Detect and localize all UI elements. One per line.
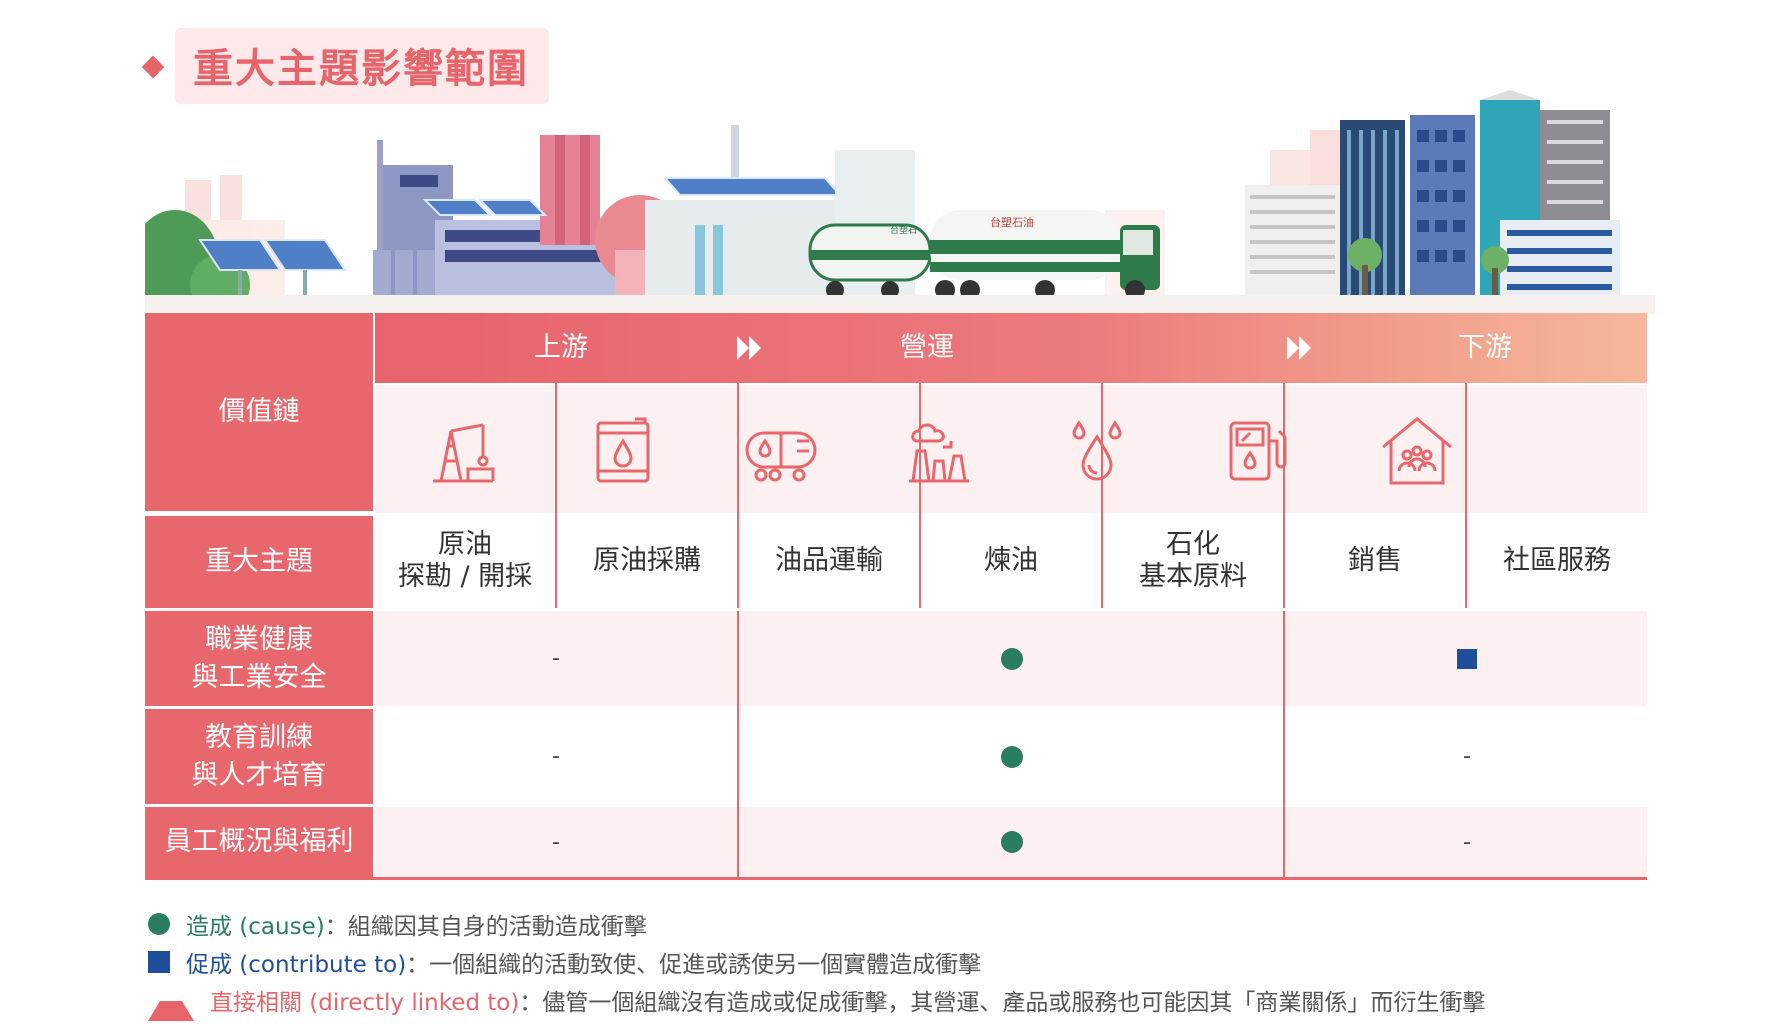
row-label-text: 教育訓練 與人才培育	[191, 721, 327, 791]
topic-cell: 社區服務	[1467, 516, 1647, 606]
legend-term: 促成 (contribute to)	[186, 952, 407, 978]
impact-row-training: - -	[375, 709, 1647, 804]
cause-circle-icon	[1001, 647, 1023, 670]
legend-item-cause: 造成 (cause) ：組織因其自身的活動造成衝擊	[148, 905, 1485, 943]
linked-triangle-icon	[148, 979, 194, 1021]
cause-circle-icon	[148, 913, 170, 935]
row-label-ohs: 職業健康 與工業安全	[145, 611, 373, 706]
row-label-text: 職業健康 與工業安全	[191, 623, 327, 693]
row-label-topic: 重大主題	[145, 516, 373, 608]
impact-upstream: -	[375, 611, 737, 706]
community-house-icon	[1382, 417, 1452, 485]
impact-upstream: -	[375, 807, 737, 877]
legend-desc: ：儘管一個組織沒有造成或促成衝擊，其營運、產品或服務也可能因其「商業關係」而衍生…	[519, 990, 1486, 1016]
topic-cell: 銷售	[1285, 516, 1465, 606]
dash-mark: -	[1463, 744, 1471, 769]
page-title: 重大主題影響範圍	[193, 46, 529, 92]
topic-label: 原油採購	[593, 545, 701, 576]
column-divider	[737, 383, 739, 608]
impact-operations	[739, 709, 1285, 804]
oil-barrel-icon	[596, 417, 650, 483]
industry-scene-illustration: 台塑石 台塑石油	[145, 90, 1655, 314]
cause-circle-icon	[1001, 745, 1023, 768]
topic-cell: 原油 探勘 / 開採	[375, 516, 555, 606]
stage-divider	[1283, 611, 1285, 877]
legend-desc: ：一個組織的活動致使、促進或誘使另一個實體造成衝擊	[406, 952, 982, 978]
impact-row-ohs: -	[375, 611, 1647, 706]
topic-label: 銷售	[1348, 545, 1402, 576]
column-divider	[1283, 383, 1285, 608]
row-label-value-chain: 價值鏈	[145, 313, 373, 511]
legend-term: 造成 (cause)	[186, 914, 325, 940]
double-chevron-icon	[737, 336, 761, 360]
topic-cell: 油品運輸	[739, 516, 919, 606]
row-label-text: 價值鏈	[218, 396, 300, 427]
row-label-welfare: 員工概況與福利	[145, 807, 373, 877]
column-divider	[1101, 383, 1103, 608]
legend: 造成 (cause) ：組織因其自身的活動造成衝擊 促成 (contribute…	[148, 905, 1486, 1021]
impact-operations	[739, 611, 1285, 706]
refinery-icon	[909, 423, 969, 483]
petrochemical-drops-icon	[1072, 420, 1122, 481]
dash-mark: -	[552, 744, 560, 769]
topic-cell: 石化 基本原料	[1103, 516, 1283, 606]
cause-circle-icon	[1001, 831, 1023, 853]
topic-label: 油品運輸	[775, 545, 883, 576]
topic-label: 原油 探勘 / 開採	[397, 529, 533, 592]
contribute-square-icon	[1457, 648, 1477, 669]
topic-cell: 原油採購	[557, 516, 737, 606]
stage-downstream: 下游	[1458, 332, 1512, 363]
impact-downstream	[1287, 611, 1647, 706]
truck-logo-small: 台塑石	[890, 224, 917, 236]
row-label-text: 員工概況與福利	[164, 826, 354, 857]
truck-logo: 台塑石油	[990, 215, 1034, 229]
double-chevron-icon	[1287, 336, 1311, 360]
table-bottom-border	[145, 877, 1647, 880]
legend-item-contribute: 促成 (contribute to) ：一個組織的活動致使、促進或誘使另一個實體…	[148, 943, 1485, 981]
stage-divider	[737, 611, 739, 877]
topic-label: 煉油	[984, 545, 1038, 576]
dash-mark: -	[552, 829, 560, 855]
column-divider	[555, 383, 557, 608]
row-label-text: 重大主題	[205, 546, 313, 577]
stage-operations: 營運	[900, 332, 954, 363]
legend-desc: ：組織因其自身的活動造成衝擊	[324, 914, 647, 940]
topic-label: 社區服務	[1503, 545, 1611, 576]
stage-band: 上游 營運 下游	[375, 313, 1647, 383]
dash-mark: -	[1463, 829, 1471, 855]
impact-upstream: -	[375, 709, 737, 804]
contribute-square-icon	[148, 951, 170, 973]
impact-operations	[739, 807, 1285, 877]
stage-upstream: 上游	[534, 332, 588, 363]
dash-mark: -	[552, 646, 560, 671]
column-divider	[1465, 383, 1467, 608]
oil-rig-icon	[433, 423, 495, 483]
row-label-training: 教育訓練 與人才培育	[145, 709, 373, 804]
gas-pump-icon	[1229, 421, 1287, 481]
topic-cell: 煉油	[921, 516, 1101, 606]
column-divider	[919, 383, 921, 608]
title-diamond-icon	[141, 55, 165, 79]
impact-row-welfare: - -	[375, 807, 1647, 877]
impact-downstream: -	[1287, 709, 1647, 804]
topic-label: 石化 基本原料	[1139, 529, 1247, 592]
legend-term: 直接相關 (directly linked to)	[210, 990, 520, 1016]
tanker-truck-icon	[745, 431, 817, 482]
impact-downstream: -	[1287, 807, 1647, 877]
legend-item-linked: 直接相關 (directly linked to) ：儘管一個組織沒有造成或促成…	[148, 979, 1486, 1021]
